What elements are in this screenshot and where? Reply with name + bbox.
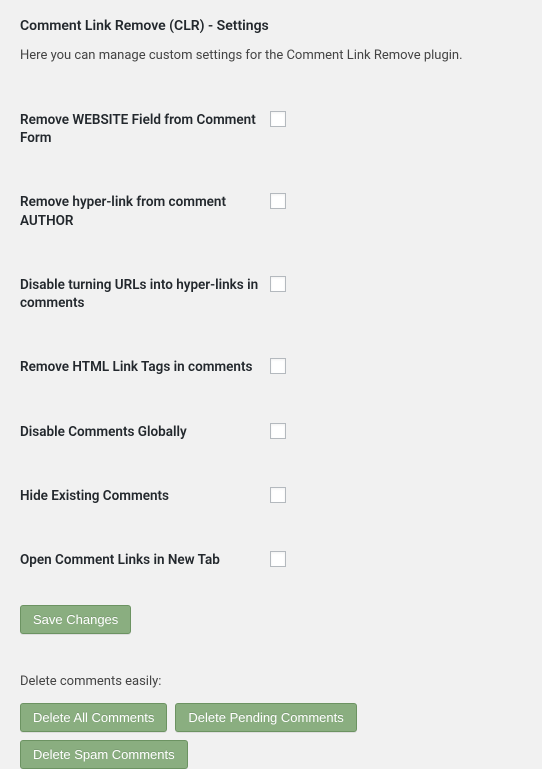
delete-section-label: Delete comments easily: (20, 674, 522, 689)
setting-row: Disable Comments Globally (20, 405, 522, 469)
disable-comments-globally-checkbox[interactable] (270, 423, 286, 439)
save-changes-button[interactable]: Save Changes (20, 605, 131, 634)
page-title: Comment Link Remove (CLR) - Settings (20, 18, 522, 34)
setting-label: Disable turning URLs into hyper-links in… (20, 258, 270, 340)
open-links-new-tab-checkbox[interactable] (270, 551, 286, 567)
delete-pending-comments-button[interactable]: Delete Pending Comments (175, 703, 356, 732)
setting-row: Open Comment Links in New Tab (20, 533, 522, 597)
setting-row: Remove HTML Link Tags in comments (20, 340, 522, 404)
setting-row: Remove hyper-link from comment AUTHOR (20, 175, 522, 257)
delete-button-row: Delete All Comments Delete Pending Comme… (20, 703, 522, 769)
setting-row: Hide Existing Comments (20, 469, 522, 533)
hide-existing-comments-checkbox[interactable] (270, 487, 286, 503)
settings-table: Remove WEBSITE Field from Comment Form R… (20, 93, 522, 597)
page-description: Here you can manage custom settings for … (20, 48, 522, 63)
submit-area: Save Changes (20, 605, 522, 634)
delete-spam-comments-button[interactable]: Delete Spam Comments (20, 740, 188, 769)
remove-html-tags-checkbox[interactable] (270, 358, 286, 374)
disable-url-links-checkbox[interactable] (270, 276, 286, 292)
setting-row: Disable turning URLs into hyper-links in… (20, 258, 522, 340)
remove-author-link-checkbox[interactable] (270, 193, 286, 209)
setting-label: Remove HTML Link Tags in comments (20, 340, 270, 404)
setting-label: Remove hyper-link from comment AUTHOR (20, 175, 270, 257)
setting-label: Disable Comments Globally (20, 405, 270, 469)
remove-website-checkbox[interactable] (270, 111, 286, 127)
setting-label: Hide Existing Comments (20, 469, 270, 533)
setting-row: Remove WEBSITE Field from Comment Form (20, 93, 522, 175)
setting-label: Open Comment Links in New Tab (20, 533, 270, 597)
setting-label: Remove WEBSITE Field from Comment Form (20, 93, 270, 175)
delete-all-comments-button[interactable]: Delete All Comments (20, 703, 167, 732)
